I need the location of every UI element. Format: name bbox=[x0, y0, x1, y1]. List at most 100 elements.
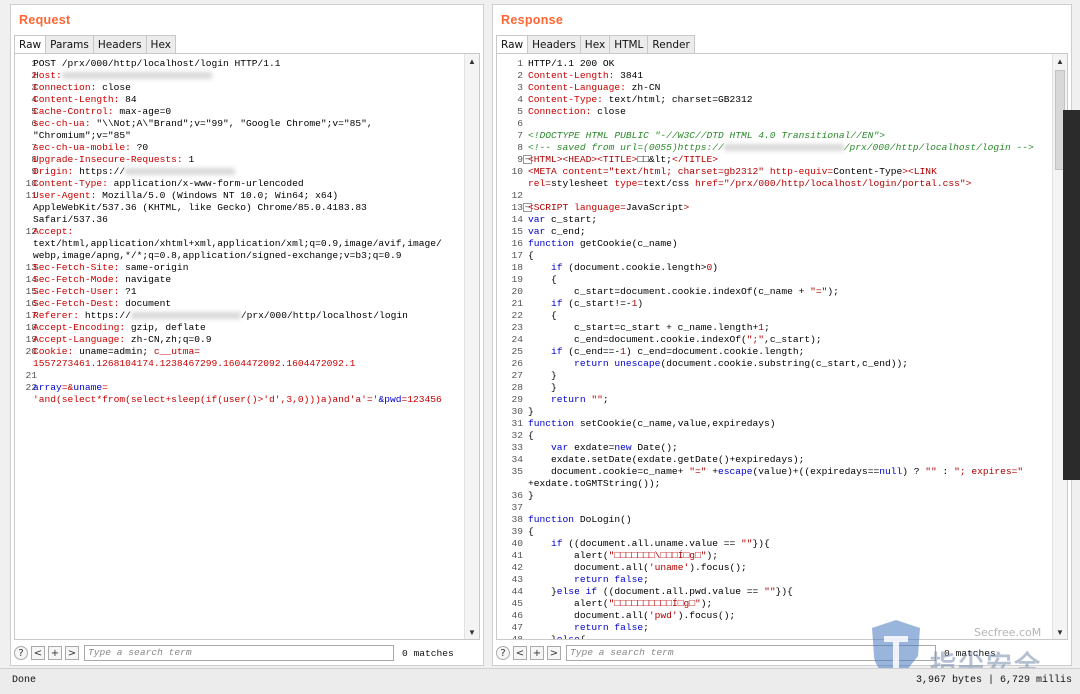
prev-match-button[interactable]: < bbox=[31, 646, 45, 660]
code-line: Sec-Fetch-User: ?1 bbox=[33, 286, 442, 298]
code-token: close bbox=[591, 106, 626, 117]
line-number: 42 bbox=[511, 562, 523, 573]
code-token: http-equiv bbox=[769, 166, 828, 177]
line-number bbox=[497, 478, 523, 490]
line-number bbox=[497, 178, 523, 190]
code-token: { bbox=[528, 526, 534, 537]
code-token: : bbox=[936, 466, 955, 477]
code-line: { bbox=[528, 430, 1034, 442]
code-token: content bbox=[562, 166, 603, 177]
tab-html[interactable]: HTML bbox=[609, 35, 649, 53]
code-token: c__utma= bbox=[153, 346, 200, 357]
tab-headers[interactable]: Headers bbox=[92, 35, 147, 53]
line-number: 20 bbox=[511, 286, 523, 297]
code-line: }else if ((document.all.pwd.value == ""}… bbox=[528, 586, 1034, 598]
code-token: "; expires=" bbox=[954, 466, 1024, 477]
code-token: href bbox=[695, 178, 719, 189]
search-input[interactable]: Type a search term bbox=[84, 645, 394, 661]
line-number: 24 bbox=[511, 334, 523, 345]
code-line: 'and(select*from(select+sleep(if(user()>… bbox=[33, 394, 442, 406]
watermark-site: Secfree.coM bbox=[974, 626, 1042, 639]
response-tabs: Raw Headers Hex HTML Render bbox=[496, 35, 695, 54]
code-token: zh-CN bbox=[625, 82, 661, 93]
tab-render[interactable]: Render bbox=[647, 35, 695, 53]
code-token: </TITLE> bbox=[671, 154, 718, 165]
tab-params[interactable]: Params bbox=[45, 35, 94, 53]
line-number: 47 bbox=[511, 622, 523, 633]
code-token: Accept-Language: bbox=[33, 334, 126, 345]
code-line: Sec-Fetch-Dest: document bbox=[33, 298, 442, 310]
prev-match-button[interactable]: < bbox=[513, 646, 527, 660]
code-line: webp,image/apng,*/*;q=0.8,application/si… bbox=[33, 250, 442, 262]
line-number: 14 bbox=[511, 214, 523, 225]
code-token: { bbox=[528, 430, 534, 441]
code-token: HTTP/1.1 200 OK bbox=[528, 58, 615, 69]
response-body[interactable]: HTTP/1.1 200 OK Content-Length: 3841 Conte… bbox=[528, 58, 1034, 639]
code-line: sec-ch-ua-mobile: ?0 bbox=[33, 142, 442, 154]
code-token: Sec-Fetch-User: bbox=[33, 286, 120, 297]
request-body[interactable]: POST /prx/000/http/localhost/login HTTP/… bbox=[33, 58, 442, 406]
add-button[interactable]: + bbox=[48, 646, 62, 660]
code-line: AppleWebKit/537.36 (KHTML, like Gecko) C… bbox=[33, 202, 442, 214]
code-line: alert("□□□□□□□□□□Í□g□"); bbox=[528, 598, 1034, 610]
line-number: 21 bbox=[511, 298, 523, 309]
add-button[interactable]: + bbox=[530, 646, 544, 660]
line-number: 4 bbox=[517, 94, 523, 105]
code-token: "=" bbox=[810, 286, 828, 297]
code-token: = bbox=[102, 382, 108, 393]
code-token: return bbox=[574, 358, 609, 369]
code-token: "□□□□□□□\□□□Í□g□" bbox=[608, 550, 707, 561]
tab-headers[interactable]: Headers bbox=[527, 35, 581, 53]
code-line: Accept-Language: zh-CN,zh;q=0.9 bbox=[33, 334, 442, 346]
code-token: }){ bbox=[752, 538, 770, 549]
code-line: } bbox=[528, 382, 1034, 394]
response-editor[interactable]: 1 2 3 4 5 6 7 8 9 10 12 13 14 15 16 17 18 19 20 21 22 23 24 25 2… bbox=[496, 53, 1068, 640]
tab-raw[interactable]: Raw bbox=[14, 35, 47, 54]
tab-hex[interactable]: Hex bbox=[579, 35, 611, 53]
scroll-up-icon[interactable]: ▲ bbox=[1056, 57, 1064, 66]
line-number: 25 bbox=[511, 346, 523, 357]
code-line: Cache-Control: max-age=0 bbox=[33, 106, 442, 118]
scroll-up-icon[interactable]: ▲ bbox=[468, 57, 476, 66]
request-title: Request bbox=[19, 13, 71, 27]
request-scrollbar[interactable]: ▲ ▼ bbox=[464, 54, 479, 639]
scroll-down-icon[interactable]: ▼ bbox=[468, 628, 476, 637]
code-line: Accept: bbox=[33, 226, 442, 238]
help-icon[interactable]: ? bbox=[14, 646, 28, 660]
code-token: }){ bbox=[775, 586, 793, 597]
next-match-button[interactable]: > bbox=[65, 646, 79, 660]
code-token: =& bbox=[61, 382, 74, 393]
code-line: function setCookie(c_name,value,expireda… bbox=[528, 418, 1034, 430]
tab-raw[interactable]: Raw bbox=[496, 35, 529, 54]
code-token: text/html,application/xhtml+xml,applicat… bbox=[33, 238, 442, 249]
code-token: navigate bbox=[119, 274, 172, 285]
line-number: 22 bbox=[511, 310, 523, 321]
request-tabs: Raw Params Headers Hex bbox=[14, 35, 176, 54]
response-stats: 3,967 bytes | 6,729 millis bbox=[915, 675, 1072, 686]
code-line: function DoLogin() bbox=[528, 514, 1034, 526]
code-token: "" bbox=[764, 586, 776, 597]
code-token: "" bbox=[925, 466, 937, 477]
code-line: var c_end; bbox=[528, 226, 1034, 238]
code-token: if bbox=[551, 346, 563, 357]
request-editor[interactable]: 1 2 3 4 5 6 7 8 9 10 11 12 13 14 15 16 17 18 19 20 21 22 POST… bbox=[14, 53, 480, 640]
code-line: HTTP/1.1 200 OK bbox=[528, 58, 1034, 70]
tab-hex[interactable]: Hex bbox=[145, 35, 176, 53]
code-token: (c_start!=- bbox=[562, 298, 632, 309]
help-icon[interactable]: ? bbox=[496, 646, 510, 660]
line-number: 13 bbox=[511, 202, 523, 213]
line-number: 43 bbox=[511, 574, 523, 585]
line-number: 36 bbox=[511, 490, 523, 501]
code-line: sec-ch-ua: "\\Not;A\"Brand";v="99", "Goo… bbox=[33, 118, 442, 130]
code-token: Mozilla/5.0 (Windows NT 10.0; Win64; x64… bbox=[96, 190, 339, 201]
line-number: 28 bbox=[511, 382, 523, 393]
code-token: Accept-Encoding: bbox=[33, 322, 126, 333]
code-line: "Chromium";v="85" bbox=[33, 130, 442, 142]
code-token: +exdate.toGMTString()); bbox=[528, 478, 661, 489]
code-token: close bbox=[96, 82, 131, 93]
next-match-button[interactable]: > bbox=[547, 646, 561, 660]
